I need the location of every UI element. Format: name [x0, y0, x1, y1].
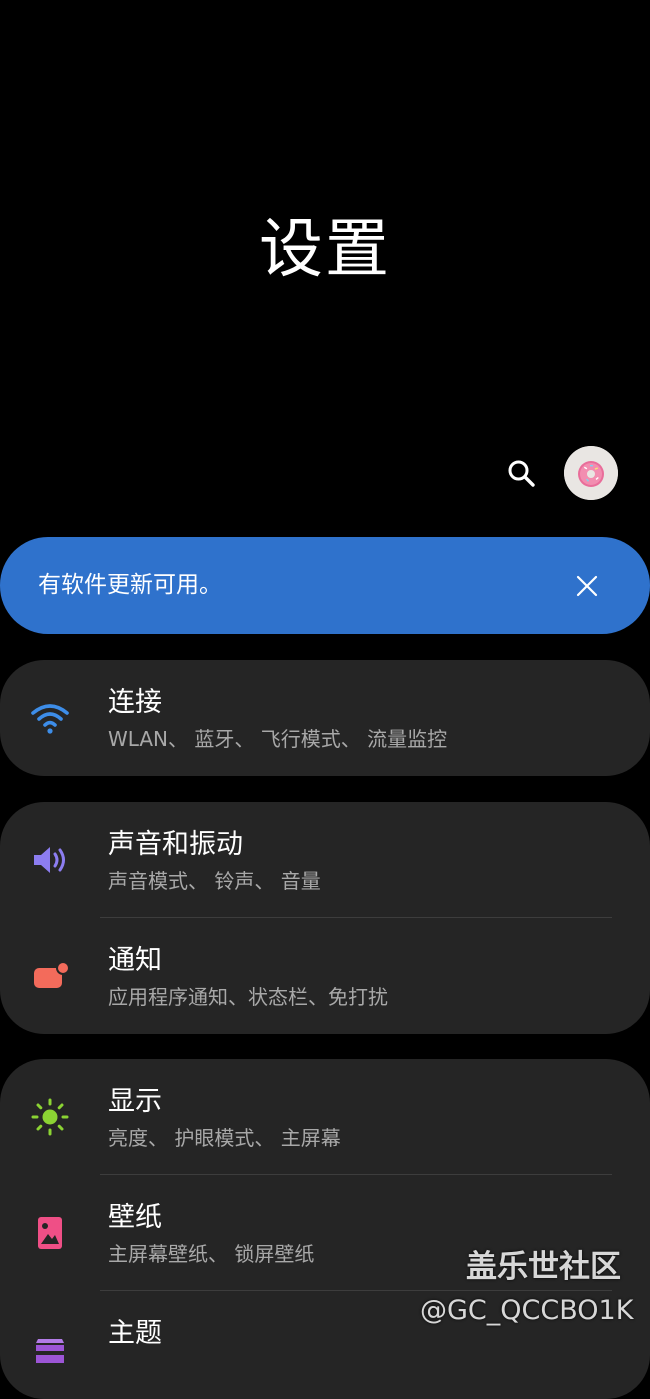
- settings-item-title: 显示: [108, 1086, 162, 1117]
- settings-item-title: 主题: [108, 1318, 162, 1349]
- settings-item-title: 通知: [108, 945, 162, 976]
- wifi-icon: [31, 704, 69, 734]
- brightness-icon-wrap: [28, 1097, 72, 1137]
- settings-item-title: 壁纸: [108, 1202, 162, 1233]
- settings-item-subtitle: 声音模式、 铃声、 音量: [108, 869, 321, 893]
- wallpaper-icon-wrap: [28, 1213, 72, 1253]
- speaker-icon: [34, 847, 65, 873]
- settings-item-subtitle: 亮度、 护眼模式、 主屏幕: [108, 1126, 341, 1150]
- wallpaper-icon: [38, 1217, 62, 1249]
- sound-notifications-card: 声音和振动 声音模式、 铃声、 音量 通知 应用程序通知、状态栏、免打扰: [0, 802, 650, 1034]
- watermark-community-name: 盖乐世社区: [466, 1249, 621, 1285]
- account-avatar[interactable]: [564, 446, 618, 500]
- settings-item-subtitle: WLAN、 蓝牙、 飞行模式、 流量监控: [108, 727, 448, 751]
- page-title: 设置: [259, 213, 391, 287]
- theme-icon: [36, 1339, 64, 1363]
- notification-icon-wrap: [28, 956, 72, 996]
- settings-item-subtitle: 应用程序通知、状态栏、免打扰: [108, 985, 388, 1009]
- settings-item-subtitle: 主屏幕壁纸、 锁屏壁纸: [108, 1242, 315, 1266]
- settings-item-notifications[interactable]: 通知 应用程序通知、状态栏、免打扰: [0, 918, 650, 1034]
- software-update-banner[interactable]: 有软件更新可用。: [0, 537, 650, 634]
- settings-item-title: 连接: [108, 687, 162, 718]
- close-icon: [576, 575, 598, 597]
- theme-icon-wrap: [28, 1329, 72, 1369]
- settings-item-sound[interactable]: 声音和振动 声音模式、 铃声、 音量: [0, 802, 650, 918]
- display-card: 显示 亮度、 护眼模式、 主屏幕 壁纸 主屏幕壁纸、 锁屏壁纸 主题: [0, 1059, 650, 1399]
- close-banner-button[interactable]: [566, 565, 608, 607]
- watermark-user-handle: @GC_QCCBO1K: [420, 1295, 634, 1326]
- search-button[interactable]: [500, 452, 542, 494]
- settings-item-display[interactable]: 显示 亮度、 护眼模式、 主屏幕: [0, 1059, 650, 1175]
- donut-avatar-icon: [564, 446, 618, 500]
- settings-item-title: 声音和振动: [108, 829, 243, 860]
- search-icon: [508, 460, 535, 487]
- brightness-icon: [31, 1098, 69, 1136]
- update-banner-text: 有软件更新可用。: [38, 572, 222, 598]
- wifi-icon-wrap: [28, 698, 72, 738]
- speaker-icon-wrap: [28, 840, 72, 880]
- notification-icon: [34, 961, 70, 988]
- connections-card: 连接 WLAN、 蓝牙、 飞行模式、 流量监控: [0, 660, 650, 776]
- settings-item-connections[interactable]: 连接 WLAN、 蓝牙、 飞行模式、 流量监控: [0, 660, 650, 776]
